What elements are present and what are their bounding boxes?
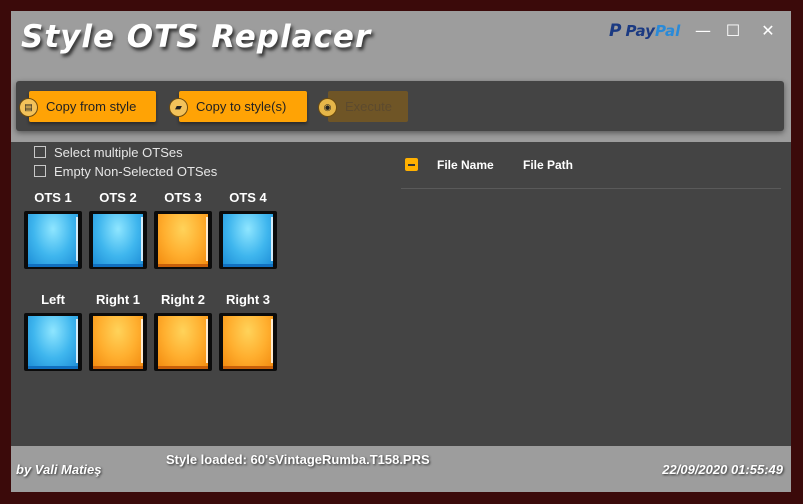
status-bar: by Vali Matieş Style loaded: 60'sVintage…	[11, 446, 791, 492]
app-title: Style OTS Replacer	[21, 19, 372, 55]
pad-label-ots-4: OTS 4	[229, 190, 267, 205]
right-1-pad[interactable]	[89, 313, 147, 371]
pad-label-ots-1: OTS 1	[34, 190, 72, 205]
ots-1-pad[interactable]	[24, 211, 82, 269]
copy-to-styles-label: Copy to style(s)	[196, 99, 287, 114]
empty-non-selected-otses-checkbox[interactable]: Empty Non-Selected OTSes	[34, 163, 217, 179]
style-loaded-status: Style loaded: 60'sVintageRumba.T158.PRS	[166, 452, 430, 467]
toolbar: ▤ Copy from style ▰ Copy to style(s) ◉ E…	[16, 81, 784, 131]
file-table-header: File Name File Path	[401, 151, 781, 189]
author-credit: by Vali Matieş	[16, 462, 102, 477]
pad-label-right-1: Right 1	[95, 292, 141, 307]
folder-icon: ▰	[169, 98, 188, 117]
execute-label: Execute	[345, 99, 392, 114]
paypal-button[interactable]: P PayPal	[609, 20, 680, 42]
close-button[interactable]: ✕	[757, 21, 779, 41]
eye-icon: ◉	[318, 98, 337, 117]
paypal-logo-icon: P	[609, 21, 622, 41]
title-bar[interactable]: Style OTS Replacer P PayPal — ☐ ✕ ▤ Copy…	[11, 11, 791, 142]
checkbox-box[interactable]	[34, 146, 46, 158]
pad-label-ots-3: OTS 3	[164, 190, 202, 205]
copy-from-style-button[interactable]: ▤ Copy from style	[19, 91, 156, 122]
left-pad[interactable]	[24, 313, 82, 371]
copy-to-styles-button[interactable]: ▰ Copy to style(s)	[169, 91, 307, 122]
checkbox-box[interactable]	[34, 165, 46, 177]
column-header-file-name[interactable]: File Name	[437, 158, 494, 172]
select-multiple-otses-label: Select multiple OTSes	[54, 144, 183, 160]
copy-from-style-label: Copy from style	[46, 99, 137, 114]
pad-label-right-3: Right 3	[225, 292, 271, 307]
ots-2-pad[interactable]	[89, 211, 147, 269]
app-window: Style OTS Replacer P PayPal — ☐ ✕ ▤ Copy…	[11, 11, 791, 492]
minimize-button[interactable]: —	[692, 21, 714, 41]
document-icon: ▤	[19, 98, 38, 117]
execute-button[interactable]: ◉ Execute	[318, 91, 408, 122]
ots-3-pad[interactable]	[154, 211, 212, 269]
date-time: 22/09/2020 01:55:49	[662, 462, 783, 477]
pad-label-left: Left	[41, 292, 65, 307]
maximize-button[interactable]: ☐	[722, 21, 744, 41]
pad-label-right-2: Right 2	[160, 292, 206, 307]
right-3-pad[interactable]	[219, 313, 277, 371]
column-header-file-path[interactable]: File Path	[523, 158, 573, 172]
right-2-pad[interactable]	[154, 313, 212, 371]
paypal-text: PayPal	[625, 22, 681, 40]
select-all-checkbox[interactable]	[405, 158, 418, 171]
empty-non-selected-otses-label: Empty Non-Selected OTSes	[54, 163, 218, 179]
pad-label-ots-2: OTS 2	[99, 190, 137, 205]
select-multiple-otses-checkbox[interactable]: Select multiple OTSes	[34, 144, 183, 160]
ots-4-pad[interactable]	[219, 211, 277, 269]
